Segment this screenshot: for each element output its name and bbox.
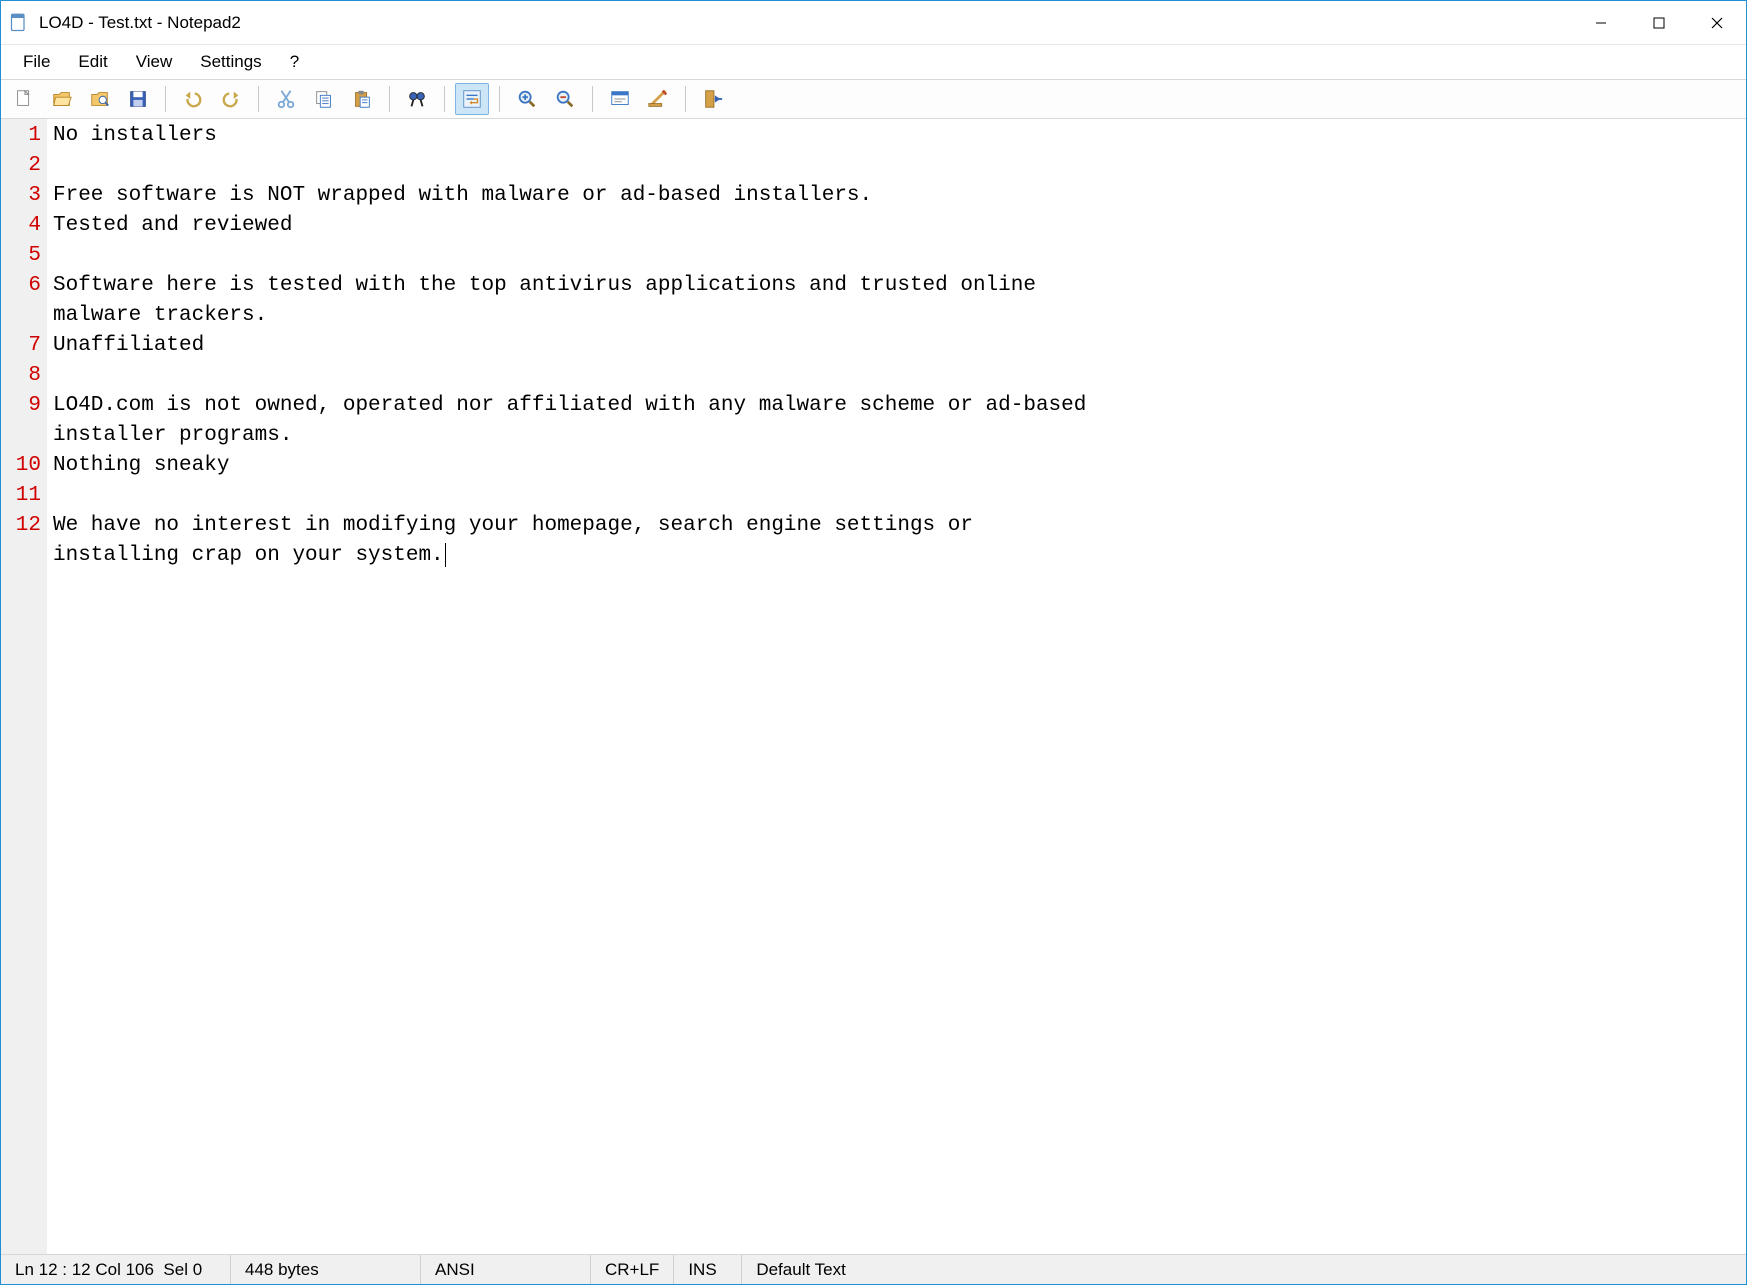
status-position: Ln 12 : 12 Col 106 Sel 0 — [1, 1255, 231, 1284]
text-line: installing crap on your system. — [53, 541, 1740, 571]
zoom-in-icon[interactable] — [510, 83, 544, 115]
open-file-icon[interactable] — [45, 83, 79, 115]
titlebar: LO4D - Test.txt - Notepad2 — [1, 1, 1746, 45]
editor: 123456789101112 No installersFree softwa… — [1, 119, 1746, 1254]
close-button[interactable] — [1688, 2, 1746, 44]
scheme-icon[interactable] — [603, 83, 637, 115]
line-number: 7 — [1, 331, 41, 361]
line-number: 1 — [1, 121, 41, 151]
zoom-out-icon[interactable] — [548, 83, 582, 115]
text-line: No installers — [53, 121, 1740, 151]
caret — [445, 543, 446, 567]
text-line: Free software is NOT wrapped with malwar… — [53, 181, 1740, 211]
text-line: installer programs. — [53, 421, 1740, 451]
line-number: 9 — [1, 391, 41, 421]
line-number: 11 — [1, 481, 41, 511]
line-number: 10 — [1, 451, 41, 481]
line-number: 12 — [1, 511, 41, 541]
toolbar-separator — [444, 86, 445, 112]
line-number: 3 — [1, 181, 41, 211]
line-number — [1, 541, 41, 571]
toolbar-separator — [389, 86, 390, 112]
status-encoding: ANSI — [421, 1255, 591, 1284]
toolbar-separator — [165, 86, 166, 112]
text-line: Tested and reviewed — [53, 211, 1740, 241]
menu-view[interactable]: View — [122, 48, 187, 76]
text-line — [53, 481, 1740, 511]
save-icon[interactable] — [121, 83, 155, 115]
text-line — [53, 361, 1740, 391]
minimize-button[interactable] — [1572, 2, 1630, 44]
toolbar-separator — [685, 86, 686, 112]
text-line — [53, 241, 1740, 271]
line-number: 8 — [1, 361, 41, 391]
line-number: 5 — [1, 241, 41, 271]
text-line: Software here is tested with the top ant… — [53, 271, 1740, 301]
text-line: LO4D.com is not owned, operated nor affi… — [53, 391, 1740, 421]
copy-icon[interactable] — [307, 83, 341, 115]
line-number — [1, 421, 41, 451]
text-line: malware trackers. — [53, 301, 1740, 331]
exit-icon[interactable] — [696, 83, 730, 115]
line-number: 6 — [1, 271, 41, 301]
paste-icon[interactable] — [345, 83, 379, 115]
menubar: FileEditViewSettings? — [1, 45, 1746, 79]
text-line: Nothing sneaky — [53, 451, 1740, 481]
menu-file[interactable]: File — [9, 48, 64, 76]
redo-icon[interactable] — [214, 83, 248, 115]
undo-icon[interactable] — [176, 83, 210, 115]
text-area[interactable]: No installers Free software is NOT wrappe… — [47, 119, 1746, 1254]
status-eol: CR+LF — [591, 1255, 674, 1284]
maximize-button[interactable] — [1630, 2, 1688, 44]
menu-help[interactable]: ? — [276, 48, 313, 76]
menu-settings[interactable]: Settings — [186, 48, 275, 76]
window-controls — [1572, 2, 1746, 44]
cut-icon[interactable] — [269, 83, 303, 115]
status-scheme: Default Text — [742, 1255, 1746, 1284]
line-number: 4 — [1, 211, 41, 241]
line-number: 2 — [1, 151, 41, 181]
toolbar-separator — [592, 86, 593, 112]
find-icon[interactable] — [400, 83, 434, 115]
customize-icon[interactable] — [641, 83, 675, 115]
line-number — [1, 301, 41, 331]
browse-icon[interactable] — [83, 83, 117, 115]
window-title: LO4D - Test.txt - Notepad2 — [39, 13, 1572, 33]
app-icon — [9, 13, 29, 33]
status-size: 448 bytes — [231, 1255, 421, 1284]
status-mode: INS — [674, 1255, 742, 1284]
status-selection-label: Sel 0 — [163, 1260, 202, 1280]
new-file-icon[interactable] — [7, 83, 41, 115]
text-line: We have no interest in modifying your ho… — [53, 511, 1740, 541]
status-position-label: Ln 12 : 12 Col 106 — [15, 1260, 154, 1280]
text-line: Unaffiliated — [53, 331, 1740, 361]
line-number-gutter: 123456789101112 — [1, 119, 47, 1254]
statusbar: Ln 12 : 12 Col 106 Sel 0 448 bytes ANSI … — [1, 1254, 1746, 1284]
toolbar-separator — [258, 86, 259, 112]
toolbar-separator — [499, 86, 500, 112]
menu-edit[interactable]: Edit — [64, 48, 121, 76]
toolbar — [1, 79, 1746, 119]
word-wrap-icon[interactable] — [455, 83, 489, 115]
text-line — [53, 151, 1740, 181]
